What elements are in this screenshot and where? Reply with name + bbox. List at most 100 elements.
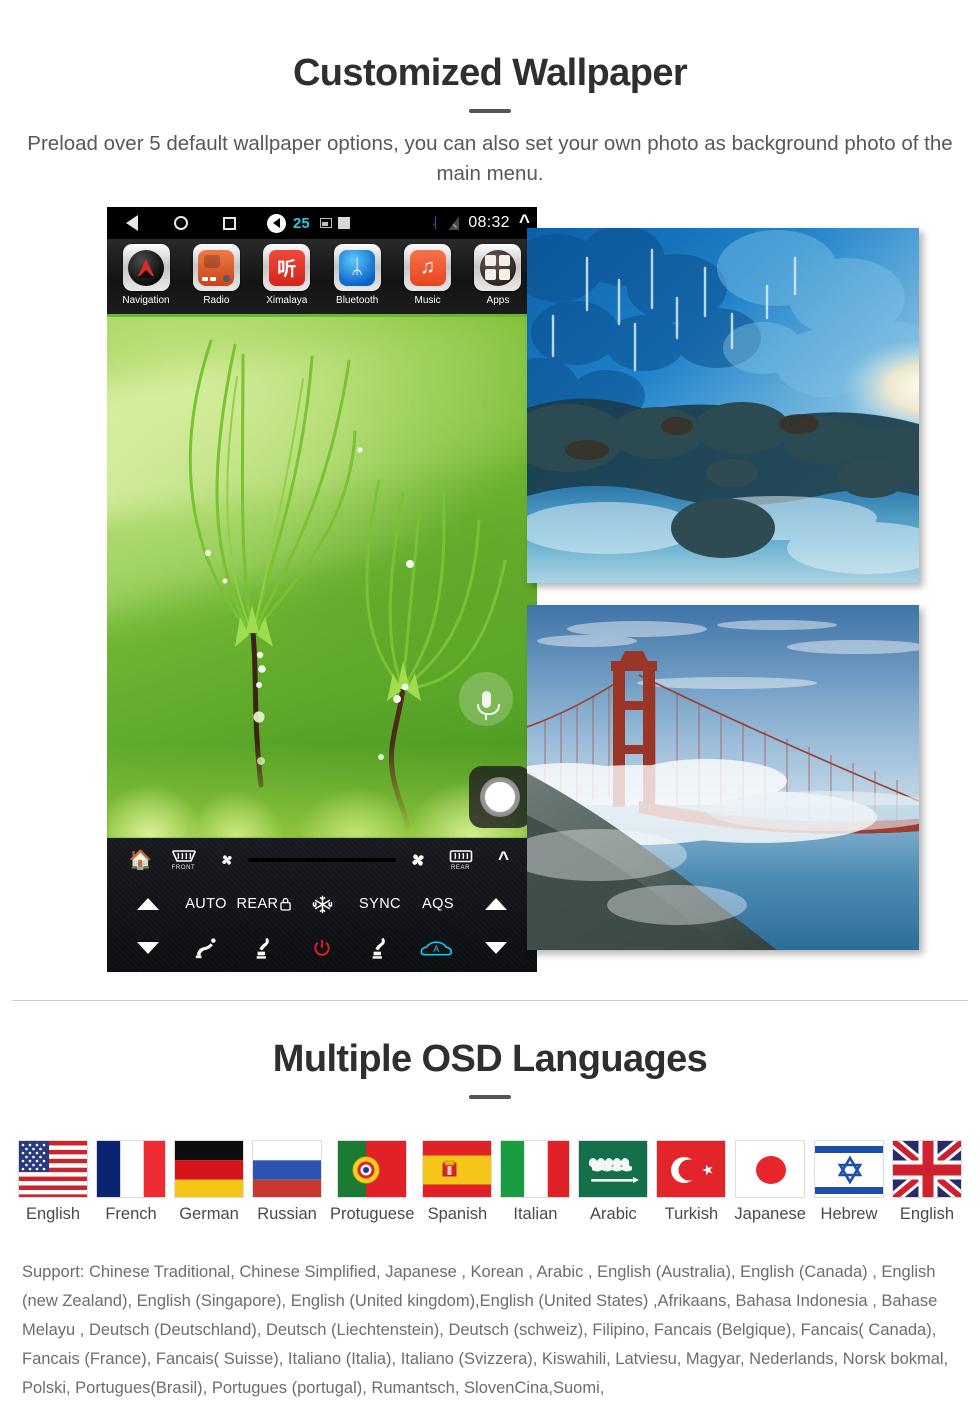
airflow-foot-button-1[interactable]	[235, 936, 293, 960]
clock: 08:32	[468, 214, 510, 231]
climate-row-bottom: A	[107, 926, 537, 970]
climate-home-button[interactable]: 🏠	[119, 848, 162, 872]
home-circle-icon[interactable]	[156, 216, 205, 230]
volume-indicator[interactable]: 25	[267, 213, 310, 233]
title-underline	[469, 109, 511, 113]
flag-item-english-us[interactable]: English	[18, 1140, 88, 1224]
flag-label: Russian	[257, 1205, 317, 1223]
pt-flag-icon	[337, 1140, 408, 1198]
bluetooth-icon: ᛆ	[430, 214, 440, 232]
auto-label: AUTO	[185, 896, 227, 912]
app-label: Music	[414, 295, 441, 306]
app-item-ximalaya[interactable]: 听 Ximalaya	[254, 244, 320, 306]
flag-label: Arabic	[590, 1205, 637, 1223]
front-defrost-label: FRONT	[171, 865, 196, 871]
app-tile	[474, 244, 522, 291]
screenshot-icon[interactable]	[319, 218, 332, 228]
tr-flag-icon	[656, 1140, 727, 1198]
flag-label: English	[899, 1205, 955, 1223]
wallpaper-section-header: Customized Wallpaper Preload over 5 defa…	[0, 52, 980, 188]
back-triangle-icon[interactable]	[107, 215, 156, 231]
flag-item-spanish[interactable]: Spanish	[422, 1140, 493, 1224]
climate-expand-chevron-up-icon[interactable]: ^	[482, 849, 525, 871]
rear-lock-button[interactable]: REAR	[235, 896, 293, 912]
flag-item-french[interactable]: French	[96, 1140, 166, 1224]
home-button-icon[interactable]	[469, 766, 531, 828]
app-item-apps[interactable]: Apps	[465, 244, 531, 306]
flag-item-german[interactable]: German	[174, 1140, 244, 1224]
climate-power-button[interactable]	[293, 938, 351, 958]
climate-control-bar: 🏠 FRONT REAR ^ AUTO REAR SYNC AQS A	[107, 838, 537, 972]
temp-down-left-button[interactable]	[119, 942, 177, 954]
airflow-face-body-icon	[195, 938, 216, 959]
app-tile	[192, 244, 240, 291]
fan-speed-slider[interactable]	[248, 858, 396, 862]
ice-cave-wallpaper[interactable]	[527, 228, 919, 583]
app-item-radio[interactable]: Radio	[183, 244, 249, 306]
defrost-rear-icon	[449, 850, 472, 863]
flag-item-portuguese[interactable]: Protuguese	[330, 1140, 414, 1224]
flag-item-japanese[interactable]: Japanese	[734, 1140, 806, 1224]
es-flag-icon	[422, 1140, 493, 1198]
temp-up-left-button[interactable]	[119, 898, 177, 910]
bluetooth-app-icon: ᛦ	[339, 249, 376, 286]
fan-large-icon[interactable]	[396, 848, 439, 872]
section-divider	[12, 1000, 968, 1001]
golden-gate-bridge-fog-wallpaper[interactable]	[527, 605, 919, 950]
front-defrost-button[interactable]: FRONT	[162, 849, 205, 871]
snowflake-icon	[312, 895, 332, 913]
lock-icon	[280, 897, 292, 911]
it-flag-icon	[500, 1140, 571, 1198]
radio-icon	[198, 249, 235, 286]
flag-item-italian[interactable]: Italian	[500, 1140, 571, 1224]
flag-label: German	[179, 1205, 239, 1223]
triangle-up-icon	[137, 898, 159, 910]
app-item-music[interactable]: ♫ Music	[395, 244, 461, 306]
microphone-icon[interactable]	[459, 672, 513, 726]
volume-value: 25	[293, 214, 310, 232]
airflow-foot-icon	[256, 937, 269, 959]
aqs-label: AQS	[422, 896, 454, 912]
airflow-foot-button-2[interactable]	[351, 936, 409, 960]
airflow-foot-icon	[372, 937, 385, 959]
flag-label: Protuguese	[330, 1205, 415, 1223]
app-label: Navigation	[122, 295, 170, 306]
flag-item-arabic[interactable]: Arabic	[578, 1140, 649, 1224]
airflow-face-body-button[interactable]	[177, 936, 235, 960]
music-note-icon: ♫	[409, 249, 446, 286]
flag-label: Spanish	[427, 1205, 488, 1223]
flag-item-hebrew[interactable]: Hebrew	[813, 1140, 884, 1224]
temp-down-right-button[interactable]	[467, 942, 525, 954]
rear-label: REAR	[236, 896, 279, 912]
head-unit-screenshot: 25 ᛆ 08:32 ^ Navigation Radio 听 Ximalaya…	[107, 207, 537, 972]
fan-small-icon[interactable]	[205, 850, 248, 870]
flag-item-russian[interactable]: Russian	[252, 1140, 322, 1224]
wallpaper-showcase: 25 ᛆ 08:32 ^ Navigation Radio 听 Ximalaya…	[0, 207, 980, 977]
app-item-navigation[interactable]: Navigation	[113, 244, 179, 306]
ximalaya-icon: 听	[268, 249, 305, 286]
defrost-front-icon	[171, 850, 196, 862]
app-item-bluetooth[interactable]: ᛦ Bluetooth	[324, 244, 390, 306]
flag-item-english-gb[interactable]: English	[891, 1140, 962, 1224]
app-tile	[122, 244, 170, 291]
gb-flag-icon	[891, 1140, 962, 1198]
temp-up-right-button[interactable]	[467, 898, 525, 910]
sync-label: SYNC	[359, 896, 401, 912]
supported-languages-text: Support: Chinese Traditional, Chinese Si…	[22, 1263, 949, 1397]
aqs-button[interactable]: AQS	[409, 896, 467, 912]
page-root: Customized Wallpaper Preload over 5 defa…	[0, 0, 980, 1418]
languages-title: Multiple OSD Languages	[272, 1038, 708, 1080]
stop-square-icon[interactable]	[337, 217, 350, 229]
main-green-sprout-wallpaper	[107, 317, 537, 838]
recent-square-icon[interactable]	[205, 216, 254, 230]
power-icon	[314, 939, 330, 956]
android-status-bar: 25 ᛆ 08:32 ^	[107, 207, 537, 239]
triangle-up-icon	[485, 898, 507, 910]
air-recirculation-auto-button[interactable]: A	[409, 938, 467, 958]
flag-item-turkish[interactable]: Turkish	[656, 1140, 727, 1224]
sync-button[interactable]: SYNC	[351, 896, 409, 912]
auto-button[interactable]: AUTO	[177, 896, 235, 912]
rear-defrost-button[interactable]: REAR	[439, 849, 482, 871]
app-tile: 听	[263, 244, 311, 291]
ac-snowflake-button[interactable]	[293, 894, 351, 915]
